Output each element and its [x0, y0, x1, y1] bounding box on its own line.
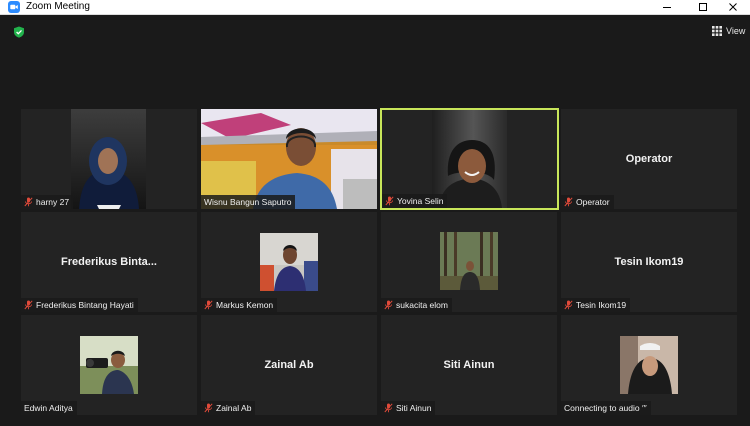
window-title: Zoom Meeting — [26, 1, 90, 12]
participant-tile-markus[interactable]: Markus Kemon — [201, 212, 377, 312]
participant-photo — [440, 232, 498, 290]
muted-mic-icon — [564, 197, 573, 207]
participant-name-bar: Zainal Ab — [201, 401, 256, 415]
muted-mic-icon — [564, 300, 573, 310]
maximize-button[interactable] — [686, 0, 720, 14]
grid-view-icon — [712, 26, 722, 36]
participant-name: Zainal Ab — [216, 403, 252, 413]
participant-tile-tesin[interactable]: Tesin Ikom19 Tesin Ikom19 — [561, 212, 737, 312]
participant-tile-zainal[interactable]: Zainal Ab Zainal Ab — [201, 315, 377, 415]
close-icon — [729, 3, 737, 11]
participant-name: Wisnu Bangun Saputro — [204, 197, 292, 207]
participant-name: Operator — [576, 197, 610, 207]
muted-mic-icon — [24, 300, 33, 310]
participant-video — [71, 109, 146, 209]
close-button[interactable] — [716, 0, 750, 14]
participant-name: Markus Kemon — [216, 300, 274, 310]
minimize-icon — [663, 7, 671, 8]
participant-display-name: Zainal Ab — [264, 359, 314, 371]
participant-name-bar: Frederikus Bintang Hayati — [21, 298, 138, 312]
encryption-shield-icon[interactable] — [13, 26, 25, 38]
participant-tile-yovina[interactable]: Yovina Selin — [380, 108, 559, 210]
participant-tile-sukacita[interactable]: sukacita elom — [381, 212, 557, 312]
participant-name-bar: Connecting to audio ′′′ — [561, 401, 651, 415]
muted-mic-icon — [384, 403, 393, 413]
participant-display-name: Operator — [625, 153, 673, 165]
participant-name: Tesin Ikom19 — [576, 300, 627, 310]
participant-name: Frederikus Bintang Hayati — [36, 300, 134, 310]
participant-name-bar: sukacita elom — [381, 298, 452, 312]
participant-figure — [440, 232, 498, 290]
participant-figure — [79, 137, 139, 209]
participant-display-name: Siti Ainun — [443, 359, 495, 371]
window-titlebar: Zoom Meeting — [0, 0, 750, 15]
participant-name: Connecting to audio ′′′ — [564, 403, 647, 413]
participant-name-bar: Edwin Aditya — [21, 401, 77, 415]
participant-photo — [260, 233, 318, 291]
participant-tile-harny[interactable]: harny 27 — [21, 109, 197, 209]
minimize-button[interactable] — [650, 0, 684, 14]
participant-display-name: Frederikus Binta... — [61, 256, 157, 268]
participant-photo — [620, 336, 678, 394]
participant-figure — [201, 109, 377, 209]
participant-name-bar: Tesin Ikom19 — [561, 298, 631, 312]
participant-name-bar: Yovina Selin — [382, 194, 448, 208]
participant-tile-wisnu[interactable]: Wisnu Bangun Saputro — [201, 109, 377, 209]
participant-name: Siti Ainun — [396, 403, 432, 413]
participant-figure — [260, 233, 318, 291]
participant-name: Yovina Selin — [397, 196, 444, 206]
participant-name: harny 27 — [36, 197, 70, 207]
muted-mic-icon — [24, 197, 33, 207]
maximize-icon — [699, 3, 707, 11]
muted-mic-icon — [204, 403, 213, 413]
participant-name-bar: Siti Ainun — [381, 401, 436, 415]
participant-tile-connecting[interactable]: Connecting to audio ′′′ — [561, 315, 737, 415]
view-label: View — [726, 26, 746, 36]
participant-name-bar: Wisnu Bangun Saputro — [201, 195, 296, 209]
participant-name-bar: Markus Kemon — [201, 298, 278, 312]
participant-name-bar: harny 27 — [21, 195, 74, 209]
muted-mic-icon — [204, 300, 213, 310]
participant-name-bar: Operator — [561, 195, 614, 209]
muted-mic-icon — [385, 196, 394, 206]
participant-tile-edwin[interactable]: Edwin Aditya — [21, 315, 197, 415]
participant-name: sukacita elom — [396, 300, 448, 310]
zoom-app-icon — [8, 1, 20, 13]
participant-tile-frederikus[interactable]: Frederikus Binta... Frederikus Bintang H… — [21, 212, 197, 312]
view-button[interactable]: View — [712, 25, 745, 37]
participant-video — [201, 109, 377, 209]
participant-display-name: Tesin Ikom19 — [614, 256, 684, 268]
participant-tile-operator[interactable]: Operator Operator — [561, 109, 737, 209]
participant-tile-siti[interactable]: Siti Ainun Siti Ainun — [381, 315, 557, 415]
participant-name: Edwin Aditya — [24, 403, 73, 413]
participant-photo — [80, 336, 138, 394]
muted-mic-icon — [384, 300, 393, 310]
participant-figure — [620, 336, 678, 394]
participant-figure — [80, 336, 138, 394]
